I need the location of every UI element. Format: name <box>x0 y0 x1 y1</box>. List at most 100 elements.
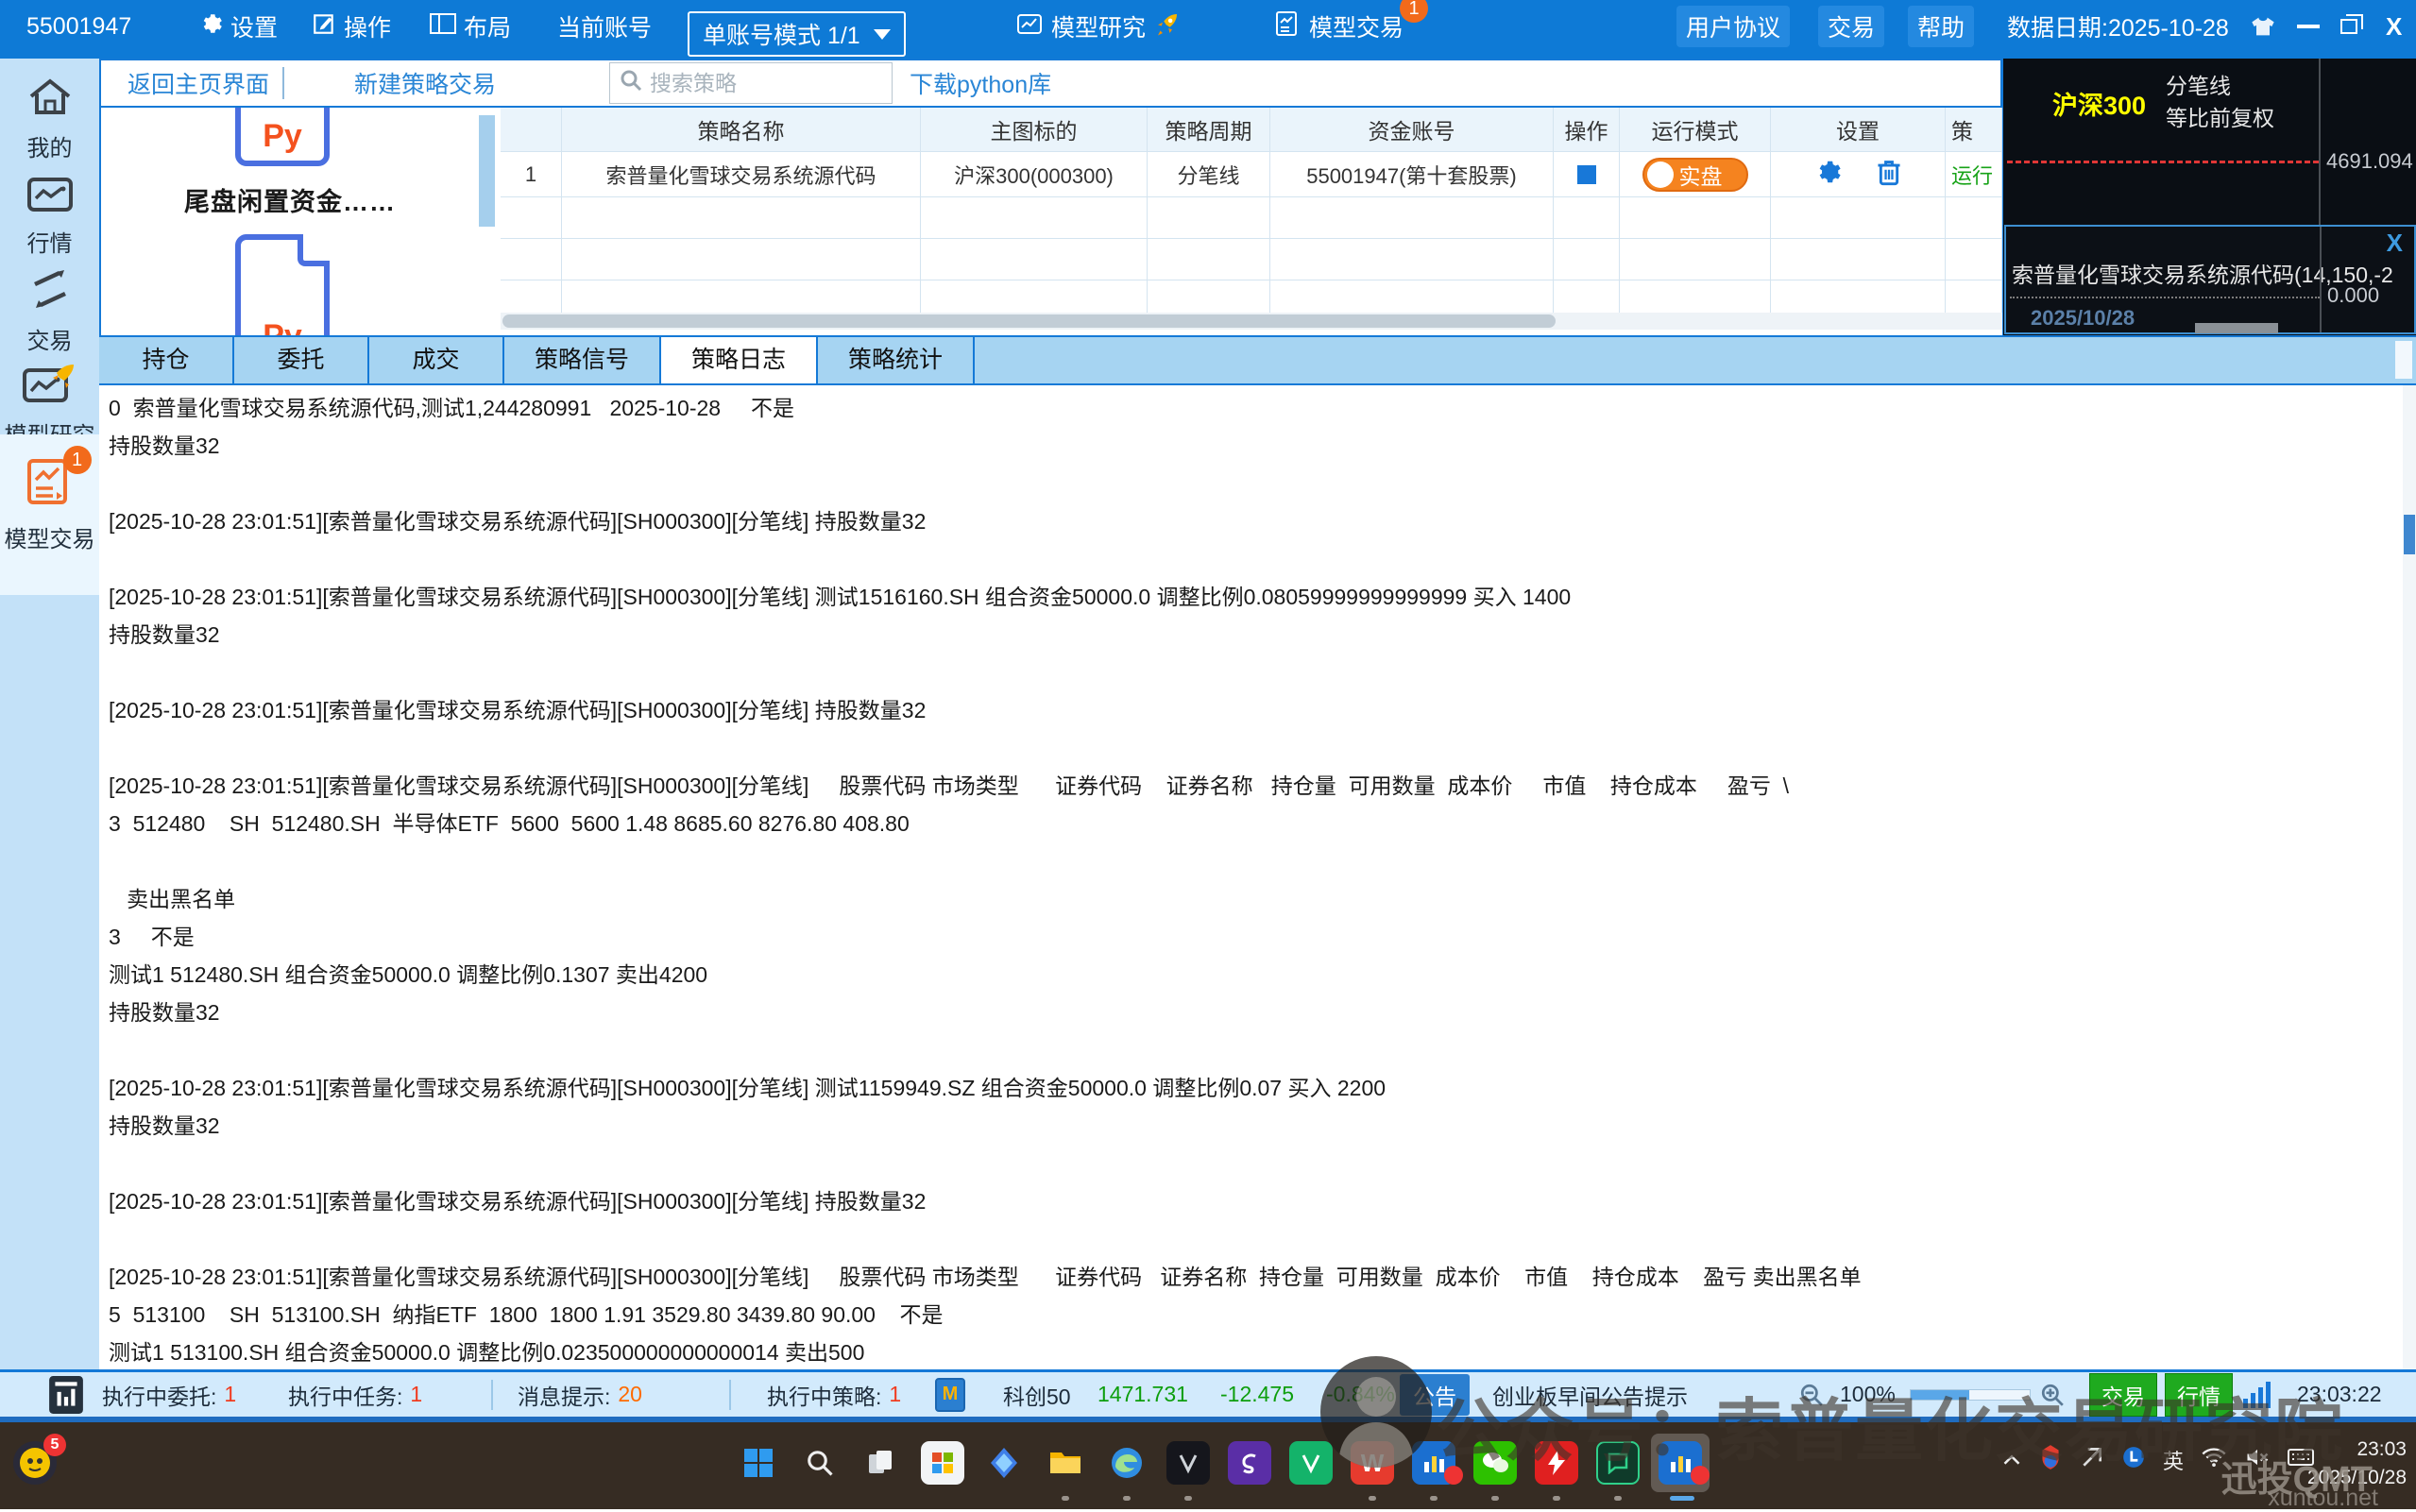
log-vscroll-thumb[interactable] <box>2404 515 2415 554</box>
model-research-icon <box>21 361 79 411</box>
file-explorer-icon[interactable] <box>1044 1441 1087 1485</box>
log-line: [2025-10-28 23:01:51][索普量化雪球交易系统源代码][SH0… <box>109 1265 1862 1289</box>
settings-menu[interactable]: 设置 <box>198 0 278 53</box>
running-indicator <box>1062 1496 1069 1501</box>
download-python-link[interactable]: 下载python库 <box>910 66 1051 100</box>
model-research-icon <box>1015 9 1044 44</box>
messages-value: 20 <box>618 1382 642 1406</box>
log-line: 持股数量32 <box>109 622 220 647</box>
strategy-target: 沪深300(000300) <box>921 152 1148 197</box>
model-trade-icon: 1 <box>20 446 92 515</box>
sidebar-item-home[interactable]: 我的 <box>0 77 99 162</box>
back-home-button[interactable]: 返回主页界面 <box>128 66 269 100</box>
chart-symbol: 沪深300 <box>2052 92 2147 120</box>
taskbar-search-icon[interactable] <box>798 1441 842 1485</box>
col-main-target: 主图标的 <box>921 108 1148 152</box>
active-running-indicator <box>1670 1496 1694 1501</box>
model-research-button[interactable]: 模型研究 <box>1015 0 1182 53</box>
skin-icon[interactable] <box>2250 0 2276 53</box>
model-trade-button[interactable]: 模型交易 1 <box>1273 0 1429 53</box>
data-date-label: 数据日期:2025-10-28 <box>2007 15 2229 42</box>
strategy-account: 55001947(第十套股票) <box>1270 152 1554 197</box>
chart-axis-line <box>2319 59 2321 225</box>
close-button[interactable]: X <box>2386 0 2402 53</box>
tab-signals[interactable]: 策略信号 <box>504 337 661 383</box>
copilot-icon[interactable] <box>982 1441 1026 1485</box>
user-agreement-button[interactable]: 用户协议 <box>1676 0 1791 53</box>
layout-menu[interactable]: 布局 <box>430 0 511 53</box>
strategy-monitor-icon[interactable]: M <box>935 1372 965 1417</box>
col-settings: 设置 <box>1771 108 1946 152</box>
file-panel-scrollbar[interactable] <box>479 115 495 227</box>
strategy-log-panel[interactable]: 0 索普量化雪球交易系统源代码,测试1,244280991 2025-10-28… <box>99 385 2416 1369</box>
sidebar-item-quotes[interactable]: 行情 <box>0 177 99 258</box>
py-file-icon[interactable]: Py <box>235 234 330 335</box>
running-indicator <box>1184 1496 1192 1501</box>
chart-hscroll-thumb[interactable] <box>2195 323 2278 333</box>
minimize-button[interactable] <box>2297 0 2320 53</box>
log-line: 持股数量32 <box>109 1113 220 1138</box>
table-hscroll-thumb[interactable] <box>502 314 1556 328</box>
log-line: [2025-10-28 23:01:51][索普量化雪球交易系统源代码][SH0… <box>109 585 1572 609</box>
task-view-icon[interactable] <box>859 1441 903 1485</box>
col-account: 资金账号 <box>1270 108 1554 152</box>
trash-icon[interactable] <box>1876 158 1902 192</box>
sidebar-item-model-trade[interactable]: 1 模型交易 <box>0 434 99 595</box>
stop-button[interactable] <box>1576 164 1596 184</box>
strategy-search[interactable] <box>609 62 893 104</box>
market-chart-panel[interactable]: 沪深300 分笔线 等比前复权 4691.094 X 索普量化雪球交易系统源代码… <box>2002 59 2416 335</box>
tab-strategy-log[interactable]: 策略日志 <box>661 337 818 383</box>
tab-orders[interactable]: 委托 <box>234 337 369 383</box>
trade-menu[interactable]: 交易 <box>1818 0 1885 53</box>
gear-icon[interactable] <box>1813 158 1842 192</box>
tab-strategy-stats[interactable]: 策略统计 <box>818 337 975 383</box>
chart-date: 2025/10/28 <box>2031 306 2135 330</box>
account-mode-dropdown[interactable]: 单账号模式 1/1 <box>688 8 906 60</box>
close-icon[interactable]: X <box>2387 229 2403 258</box>
quotes-icon <box>0 177 99 219</box>
layout-icon <box>430 12 456 42</box>
report-icon[interactable] <box>49 1372 83 1417</box>
app-dark-icon[interactable] <box>1166 1441 1210 1485</box>
col-period: 策略周期 <box>1148 108 1270 152</box>
new-strategy-button[interactable]: 新建策略交易 <box>354 66 496 100</box>
edge-icon[interactable] <box>1105 1441 1148 1485</box>
app-purple-icon[interactable] <box>1228 1441 1271 1485</box>
table-row-empty <box>501 239 2002 280</box>
tab-fills[interactable]: 成交 <box>369 337 504 383</box>
index-change: -12.475 <box>1220 1382 1295 1406</box>
pending-orders-value: 1 <box>224 1382 237 1406</box>
start-button[interactable] <box>737 1441 780 1485</box>
strategy-toolbar: 返回主页界面 新建策略交易 下载python库 <box>99 59 2002 108</box>
divider <box>729 1380 731 1410</box>
chart-adjust-label: 等比前复权 <box>2166 106 2274 130</box>
py-file-icon[interactable]: Py <box>235 108 330 166</box>
search-icon <box>620 69 642 98</box>
py-file-label[interactable]: 尾盘闲置资金…… <box>101 181 479 218</box>
app-green-icon[interactable] <box>1289 1441 1333 1485</box>
edit-icon <box>312 11 336 42</box>
help-menu[interactable]: 帮助 <box>1908 0 1975 53</box>
sidebar-item-trade[interactable]: 交易 <box>0 268 99 355</box>
strategy-name: 索普量化雪球交易系统源代码 <box>562 152 921 197</box>
log-line: 持股数量32 <box>109 1000 220 1025</box>
tooltip-axis-line <box>2320 227 2322 332</box>
search-input[interactable] <box>650 70 868 96</box>
restore-button[interactable] <box>2340 0 2363 53</box>
tooltip-value: 0.000 <box>2327 283 2380 307</box>
log-line: [2025-10-28 23:01:51][索普量化雪球交易系统源代码][SH0… <box>109 773 1789 798</box>
log-line: 3 不是 <box>109 925 195 949</box>
operate-menu[interactable]: 操作 <box>312 0 391 53</box>
table-row[interactable]: 1 索普量化雪球交易系统源代码 沪深300(000300) 分笔线 550019… <box>501 152 2002 197</box>
tooltip-dotted-line <box>2010 297 2320 298</box>
tab-positions[interactable]: 持仓 <box>99 337 234 383</box>
ms-store-icon[interactable] <box>921 1441 964 1485</box>
notification-chat-icon[interactable]: 5 <box>13 1434 66 1485</box>
col-status: 策 <box>1946 108 2002 152</box>
run-mode-toggle[interactable]: 实盘 <box>1642 157 1748 192</box>
index-value: 1471.731 <box>1097 1382 1188 1406</box>
running-indicator <box>1614 1496 1622 1501</box>
